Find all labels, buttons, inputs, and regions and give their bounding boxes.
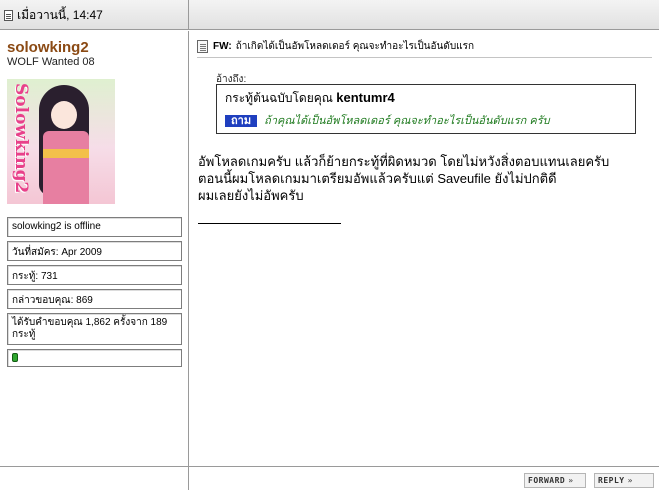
message-line: ตอนนี้ผมโหลดเกมมาเตรียมอัพแล้วครับแต่ Sa… <box>198 171 557 186</box>
post-document-icon <box>197 39 208 53</box>
thanks-given: กล่าวขอบคุณ: 869 <box>12 295 93 306</box>
reputation-box <box>7 349 182 367</box>
post-date: เมื่อวานนี้, 14:47 <box>17 7 103 22</box>
thanks-received-box: ได้รับคำขอบคุณ 1,862 ครั้งจาก 189 กระทู้ <box>7 313 182 345</box>
post-title-row: FW: ถ้าเกิดได้เป็นอัพโหลดเดอร์ คุณจะทำอะ… <box>197 37 652 55</box>
post-content-column: FW: ถ้าเกิดได้เป็นอัพโหลดเดอร์ คุณจะทำอะ… <box>190 31 659 466</box>
post-count: กระทู้: 731 <box>12 271 58 282</box>
quote-box: กระทู้ต้นฉบับโดยคุณ kentumr4 ถาม ถ้าคุณไ… <box>216 84 636 134</box>
quote-by-prefix: กระทู้ต้นฉบับโดยคุณ <box>225 91 333 105</box>
post-title: ถ้าเกิดได้เป็นอัพโหลดเดอร์ คุณจะทำอะไรเป… <box>235 40 475 52</box>
user-avatar: Solowking2 <box>7 79 115 204</box>
avatar-face <box>51 101 77 129</box>
signature-divider <box>198 223 341 224</box>
message-line: ผมเลยยังไม่อัพครับ <box>198 188 304 203</box>
quote-text: ถ้าคุณได้เป็นอัพโหลดเดอร์ คุณจะทำอะไรเป็… <box>264 115 550 127</box>
online-status: solowking2 is offline <box>12 221 101 232</box>
forward-button[interactable]: FORWARD » <box>524 473 586 488</box>
quote-content: ถาม ถ้าคุณได้เป็นอัพโหลดเดอร์ คุณจะทำอะไ… <box>225 111 627 129</box>
forward-arrow-icon: » <box>568 476 574 485</box>
avatar-signature-text: Solowking2 <box>11 83 31 194</box>
reply-label: REPLY <box>598 476 625 485</box>
forward-label: FORWARD <box>528 476 566 485</box>
post-title-prefix: FW: <box>213 40 232 52</box>
reply-arrow-icon: » <box>627 476 633 485</box>
quote-by-user[interactable]: kentumr4 <box>336 90 395 105</box>
post-count-box: กระทู้: 731 <box>7 265 182 285</box>
join-date: วันที่สมัคร: Apr 2009 <box>12 247 102 258</box>
user-title: WOLF Wanted 08 <box>7 56 95 68</box>
title-divider <box>197 57 652 58</box>
user-info-column: solowking2 WOLF Wanted 08 Solowking2 sol… <box>0 31 189 466</box>
post-date-cell: เมื่อวานนี้, 14:47 <box>0 0 189 30</box>
footer-left-cell <box>0 467 189 490</box>
avatar-kimono <box>43 131 89 204</box>
post-header-bar: เมื่อวานนี้, 14:47 <box>0 0 659 30</box>
thanks-received: ได้รับคำขอบคุณ 1,862 ครั้งจาก 189 กระทู้ <box>12 317 168 340</box>
username-link[interactable]: solowking2 <box>7 39 89 56</box>
reply-button[interactable]: REPLY » <box>594 473 654 488</box>
online-status-box: solowking2 is offline <box>7 217 182 237</box>
post-footer-bar: FORWARD » REPLY » <box>0 466 659 490</box>
join-date-box: วันที่สมัคร: Apr 2009 <box>7 241 182 261</box>
avatar-obi <box>43 149 89 158</box>
thanks-given-box: กล่าวขอบคุณ: 869 <box>7 289 182 309</box>
message-line: อัพโหลดเกมครับ แล้วก็ย้ายกระทู้ที่ผิดหมว… <box>198 154 610 169</box>
quote-tag: ถาม <box>225 115 258 127</box>
post-icon <box>4 9 13 21</box>
reputation-dot-icon <box>12 353 18 362</box>
quote-attribution: กระทู้ต้นฉบับโดยคุณ kentumr4 <box>225 89 627 108</box>
post-message: อัพโหลดเกมครับ แล้วก็ย้ายกระทู้ที่ผิดหมว… <box>198 153 658 204</box>
